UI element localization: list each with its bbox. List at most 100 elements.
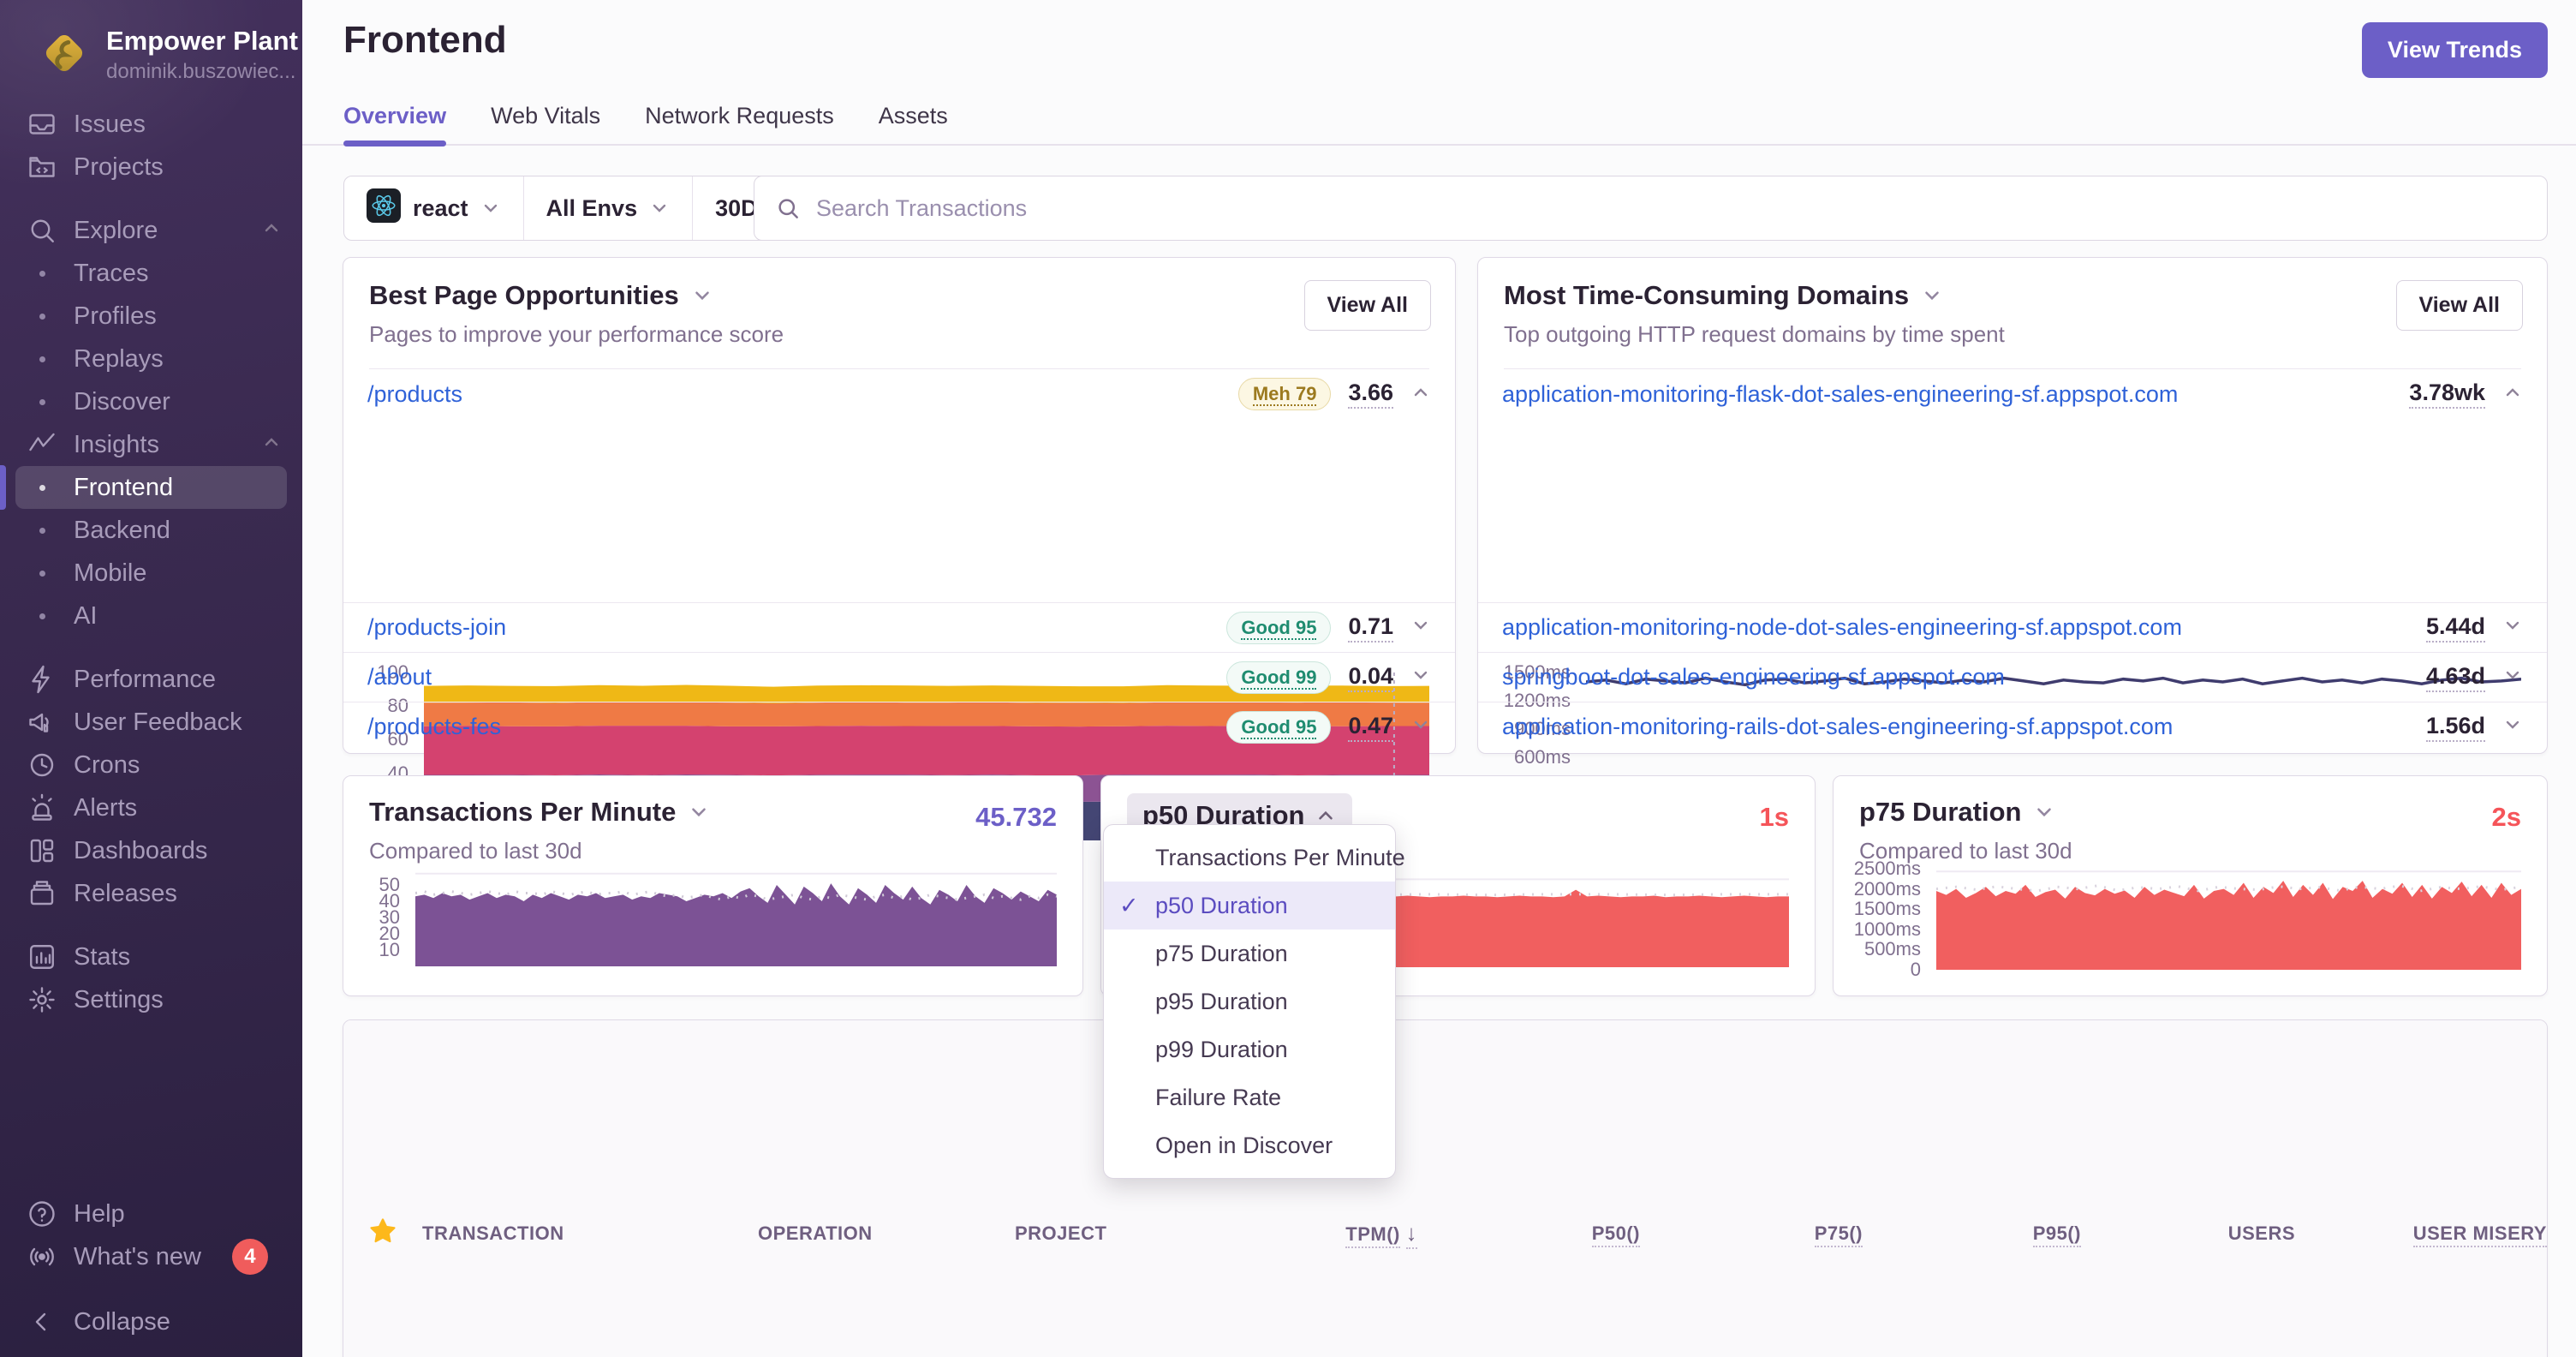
sidebar-item-explore[interactable]: Explore <box>0 209 302 252</box>
column-header-p50[interactable]: P50() <box>1591 1222 1640 1247</box>
sidebar-item-discover[interactable]: Discover <box>0 380 302 423</box>
sidebar-item-profiles[interactable]: Profiles <box>0 295 302 338</box>
project-filter[interactable]: react <box>344 176 523 240</box>
expand-row-button[interactable] <box>2502 615 2523 640</box>
expand-row-button[interactable] <box>1410 714 1431 739</box>
domain-link[interactable]: application-monitoring-flask-dot-sales-e… <box>1502 381 2178 408</box>
expand-row-button[interactable] <box>1410 615 1431 640</box>
transaction-link[interactable]: /products <box>367 381 462 408</box>
column-header-operation[interactable]: OPERATION <box>758 1222 1015 1245</box>
page-title: Frontend <box>343 19 507 61</box>
sidebar-nav: Issues Projects Explore Traces Profiles Repla… <box>0 103 302 1021</box>
check-icon: ✓ <box>1119 892 1139 918</box>
sidebar-bottom: Help What's new 4 Collapse <box>0 1193 302 1343</box>
sidebar-item-help[interactable]: Help <box>0 1193 302 1235</box>
collapse-row-button[interactable] <box>1410 382 1431 407</box>
sidebar-item-performance[interactable]: Performance <box>0 658 302 701</box>
sidebar-item-mobile[interactable]: Mobile <box>0 552 302 595</box>
column-header-project[interactable]: PROJECT <box>1015 1222 1297 1245</box>
sidebar-item-ai[interactable]: AI <box>0 595 302 637</box>
column-header-tpm[interactable]: TPM() ↓ <box>1345 1220 1417 1249</box>
sidebar-item-label: Projects <box>74 152 164 181</box>
collapse-row-button[interactable] <box>2502 382 2523 407</box>
menu-item-transactions-per-minute[interactable]: Transactions Per Minute <box>1104 834 1405 882</box>
sidebar-item-projects[interactable]: Projects <box>0 146 302 188</box>
sidebar-item-settings[interactable]: Settings <box>0 978 302 1021</box>
row-value: 1.56d <box>2425 713 2485 742</box>
tab-assets[interactable]: Assets <box>879 103 948 145</box>
favorite-column-header[interactable] <box>368 1217 397 1251</box>
menu-item-p99-duration[interactable]: p99 Duration <box>1104 1025 1395 1073</box>
sidebar-item-crons[interactable]: Crons <box>0 744 302 786</box>
sidebar-item-collapse[interactable]: Collapse <box>0 1300 302 1343</box>
transaction-link[interactable]: /about <box>367 664 432 690</box>
chevron-down-icon <box>2506 671 2519 679</box>
expand-row-button[interactable] <box>1410 665 1431 690</box>
expand-row-button[interactable] <box>2502 714 2523 739</box>
transaction-link[interactable]: /products-join <box>367 614 506 641</box>
sidebar-item-stats[interactable]: Stats <box>0 936 302 978</box>
menu-item-open-in-discover[interactable]: Open in Discover <box>1104 1121 1395 1169</box>
tpm-chart: 10 20 30 40 50 <box>369 869 1057 966</box>
tab-overview[interactable]: Overview <box>343 103 447 146</box>
react-project-icon <box>367 188 401 229</box>
axis-tick-label: 2500ms <box>1853 858 1921 879</box>
sidebar-item-user-feedback[interactable]: User Feedback <box>0 701 302 744</box>
chevron-down-icon <box>1414 621 1428 630</box>
sidebar-item-issues[interactable]: Issues <box>0 103 302 146</box>
domain-link[interactable]: application-monitoring-rails-dot-sales-e… <box>1502 714 2173 740</box>
megaphone-icon <box>22 707 62 738</box>
menu-item-p75-duration[interactable]: p75 Duration <box>1104 930 1395 977</box>
menu-item-p50-duration[interactable]: ✓ p50 Duration <box>1104 882 1395 930</box>
p75-chart: 0 500ms 1000ms 1500ms 2000ms 2500ms <box>1854 858 2521 980</box>
menu-item-failure-rate[interactable]: Failure Rate <box>1104 1073 1395 1121</box>
sidebar-item-replays[interactable]: Replays <box>0 338 302 380</box>
sidebar-item-label: Frontend <box>74 473 174 501</box>
active-item-accent <box>0 465 6 510</box>
sidebar-item-insights[interactable]: Insights <box>0 423 302 466</box>
expand-row-button[interactable] <box>2502 665 2523 690</box>
sidebar-item-label: Settings <box>74 985 164 1013</box>
tab-web-vitals[interactable]: Web Vitals <box>491 103 600 145</box>
sidebar-item-what-s-new[interactable]: What's new 4 <box>0 1235 302 1278</box>
time-consuming-domains-panel: Most Time-Consuming Domains Top outgoing… <box>1477 257 2548 824</box>
column-header-p95[interactable]: P95() <box>2032 1222 2081 1247</box>
p75-metric-card: p75 Duration Compared to last 30d 2s 0 50… <box>1833 775 2548 996</box>
transaction-link[interactable]: /products-fes <box>367 714 501 740</box>
tab-network-requests[interactable]: Network Requests <box>645 103 834 145</box>
panel-subtitle: Top outgoing HTTP request domains by tim… <box>1504 321 2005 347</box>
org-switcher[interactable]: Empower Plant dominik.buszowiec... <box>0 0 302 93</box>
row-value: 3.66 <box>1348 380 1393 409</box>
sidebar-item-traces[interactable]: Traces <box>0 252 302 295</box>
search-icon <box>778 199 798 218</box>
sidebar-item-dashboards[interactable]: Dashboards <box>0 829 302 872</box>
view-trends-button[interactable]: View Trends <box>2361 22 2548 78</box>
panel-title-dropdown[interactable]: Most Time-Consuming Domains <box>1504 280 1943 311</box>
sidebar-item-alerts[interactable]: Alerts <box>0 786 302 829</box>
search-input[interactable] <box>816 194 2526 222</box>
sidebar-item-releases[interactable]: Releases <box>0 872 302 915</box>
view-all-button[interactable]: View All <box>1303 280 1431 331</box>
domain-link[interactable]: application-monitoring-node-dot-sales-en… <box>1502 614 2182 641</box>
metric-title-dropdown[interactable]: p75 Duration <box>1859 797 2055 828</box>
metric-subtitle: Compared to last 30d <box>1859 838 2072 864</box>
sidebar-item-backend[interactable]: Backend <box>0 509 302 552</box>
column-header-transaction[interactable]: TRANSACTION <box>422 1222 758 1245</box>
column-header-p75[interactable]: P75() <box>1814 1222 1863 1247</box>
domain-link[interactable]: springboot-dot-sales-engineering-sf.apps… <box>1502 664 2005 690</box>
menu-item-p95-duration[interactable]: p95 Duration <box>1104 977 1395 1025</box>
panel-title-dropdown[interactable]: Best Page Opportunities <box>369 280 713 311</box>
environment-filter[interactable]: All Envs <box>522 176 693 240</box>
metric-title-dropdown[interactable]: Transactions Per Minute <box>369 797 710 828</box>
chevron-down-icon <box>1414 720 1428 729</box>
row-value: 4.63d <box>2425 663 2485 692</box>
column-header-users[interactable]: USERS <box>2228 1222 2295 1245</box>
sort-desc-icon: ↓ <box>1405 1220 1417 1249</box>
sidebar-item-frontend[interactable]: Frontend <box>0 465 287 510</box>
transactions-table: TRANSACTION OPERATION PROJECT TPM() ↓ P50() P… <box>343 1019 2548 1357</box>
chevron-down-icon <box>484 204 497 212</box>
column-header-usermisery[interactable]: USER MISERY <box>2412 1222 2547 1247</box>
sidebar-item-label: Dashboards <box>74 836 208 864</box>
view-all-button[interactable]: View All <box>2395 280 2523 331</box>
row-value: 0.71 <box>1348 613 1393 643</box>
